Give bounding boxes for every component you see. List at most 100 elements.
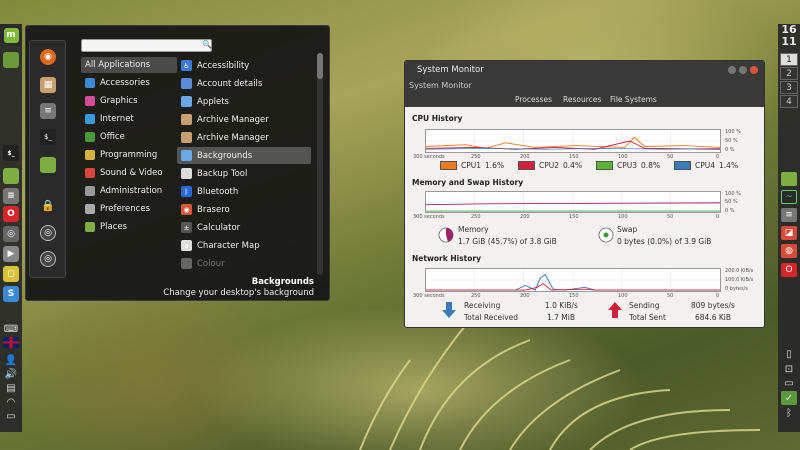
app-item-colour[interactable]: Colour bbox=[177, 255, 311, 272]
cpu-y-tick: 100 % bbox=[725, 129, 741, 135]
lock-icon[interactable]: 🔒 bbox=[40, 197, 56, 213]
archive-icon[interactable]: ▦ bbox=[40, 77, 56, 93]
workspace-4[interactable]: 4 bbox=[780, 95, 798, 108]
x-tick: 0 bbox=[716, 293, 720, 299]
total-sent-label: Total Sent bbox=[629, 313, 666, 322]
category-programming[interactable]: Programming bbox=[81, 147, 177, 163]
network-graph bbox=[425, 268, 721, 292]
window-menubar: System Monitor Processes Resources File … bbox=[405, 79, 764, 107]
tab-processes[interactable]: Processes bbox=[515, 95, 552, 104]
send-arrow-icon bbox=[608, 302, 622, 318]
workspace-2[interactable]: 2 bbox=[780, 67, 798, 80]
app-item-character-map[interactable]: a Character Map bbox=[177, 237, 311, 254]
app-item-backup-tool[interactable]: Backup Tool bbox=[177, 165, 311, 182]
category-all-applications[interactable]: All Applications bbox=[81, 57, 177, 73]
system-monitor-icon[interactable]: ~ bbox=[781, 190, 797, 204]
x-tick: 150 bbox=[569, 214, 579, 220]
tab-file-systems[interactable]: File Systems bbox=[610, 95, 657, 104]
folder-icon[interactable] bbox=[40, 157, 56, 173]
x-tick: 300 seconds bbox=[413, 293, 445, 299]
category-internet[interactable]: Internet bbox=[81, 111, 177, 127]
settings-icon[interactable]: ≡ bbox=[40, 103, 56, 119]
app-label: Archive Manager bbox=[197, 132, 269, 143]
app-item-backgrounds[interactable]: Backgrounds bbox=[177, 147, 311, 164]
category-places[interactable]: Places bbox=[81, 219, 177, 235]
shield-icon[interactable]: ✓ bbox=[781, 391, 797, 405]
category-icon bbox=[85, 132, 95, 142]
menu-system-monitor[interactable]: System Monitor bbox=[409, 81, 472, 90]
removable-drive-icon[interactable]: ⊡ bbox=[781, 362, 797, 376]
cpu-color-swatch[interactable] bbox=[596, 161, 613, 170]
x-tick: 250 bbox=[471, 293, 481, 299]
category-administration[interactable]: Administration bbox=[81, 183, 177, 199]
opera-icon[interactable]: O bbox=[3, 206, 19, 222]
clock[interactable]: 16 11 bbox=[778, 24, 800, 48]
cpu-history-title: CPU History bbox=[412, 114, 463, 123]
mint-logo-icon: m bbox=[3, 27, 19, 43]
category-sound-video[interactable]: Sound & Video bbox=[81, 165, 177, 181]
shutdown-icon[interactable]: ◎ bbox=[40, 251, 56, 267]
logout-icon[interactable]: ◎ bbox=[40, 225, 56, 241]
media-icon[interactable]: ▶ bbox=[3, 246, 19, 262]
x-tick: 200 bbox=[520, 214, 530, 220]
cpu-color-swatch[interactable] bbox=[440, 161, 457, 170]
firefox-icon[interactable]: ◉ bbox=[40, 49, 56, 65]
files-icon[interactable] bbox=[3, 168, 19, 184]
tool-icon[interactable]: ◎ bbox=[3, 226, 19, 242]
category-icon bbox=[85, 222, 95, 232]
notes-icon[interactable]: ◻ bbox=[3, 266, 19, 282]
category-label: Places bbox=[100, 222, 128, 232]
trash-icon[interactable]: ▯ bbox=[781, 347, 797, 361]
net-y-tick: 0 bytes/s bbox=[725, 286, 748, 292]
store-icon[interactable]: S bbox=[3, 286, 19, 302]
bluetooth-icon[interactable]: ᛒ bbox=[781, 406, 797, 420]
terminal-icon[interactable]: $_ bbox=[40, 129, 56, 145]
menu-scroll-thumb[interactable] bbox=[317, 53, 323, 79]
app-icon bbox=[181, 150, 192, 161]
keyboard-icon[interactable]: ⌨ bbox=[3, 321, 19, 337]
app-item-calculator[interactable]: ± Calculator bbox=[177, 219, 311, 236]
workspace-1[interactable]: 1 bbox=[780, 53, 798, 66]
category-office[interactable]: Office bbox=[81, 129, 177, 145]
photos-icon[interactable]: ◪ bbox=[781, 226, 797, 240]
tab-resources[interactable]: Resources bbox=[563, 95, 601, 104]
x-tick: 100 bbox=[618, 154, 628, 160]
app-label: Brasero bbox=[197, 204, 230, 215]
app-item-bluetooth[interactable]: ᛒ Bluetooth bbox=[177, 183, 311, 200]
app-item-accessibility[interactable]: ♿ Accessibility bbox=[177, 57, 311, 74]
ubuntu-software-icon[interactable]: ◍ bbox=[781, 244, 797, 258]
display-icon[interactable]: ▭ bbox=[781, 376, 797, 390]
app-item-account-details[interactable]: Account details bbox=[177, 75, 311, 92]
app-item-archive-manager[interactable]: Archive Manager bbox=[177, 129, 311, 146]
memory-value: 1.7 GiB (45.7%) of 3.8 GiB bbox=[458, 237, 557, 246]
minimize-button[interactable] bbox=[728, 66, 736, 74]
folder-icon[interactable] bbox=[3, 52, 19, 68]
category-accessories[interactable]: Accessories bbox=[81, 75, 177, 91]
uk-flag-icon[interactable] bbox=[3, 337, 19, 348]
app-item-archive-manager[interactable]: Archive Manager bbox=[177, 111, 311, 128]
category-icon bbox=[85, 78, 95, 88]
close-button[interactable] bbox=[750, 66, 758, 74]
display-icon[interactable]: ▭ bbox=[3, 408, 19, 424]
cpu-color-swatch[interactable] bbox=[674, 161, 691, 170]
opera-icon[interactable]: O bbox=[781, 263, 797, 277]
category-graphics[interactable]: Graphics bbox=[81, 93, 177, 109]
app-item-applets[interactable]: Applets bbox=[177, 93, 311, 110]
category-label: All Applications bbox=[85, 60, 151, 70]
cpu-value: 1.6% bbox=[485, 161, 505, 170]
terminal-icon[interactable]: $_ bbox=[3, 145, 19, 161]
total-sent-value: 684.6 KiB bbox=[695, 313, 732, 322]
category-preferences[interactable]: Preferences bbox=[81, 201, 177, 217]
settings-icon[interactable]: ≡ bbox=[3, 188, 19, 204]
menu-button[interactable]: m bbox=[0, 24, 22, 46]
folder-icon[interactable] bbox=[781, 172, 797, 186]
cpu-color-swatch[interactable] bbox=[518, 161, 535, 170]
workspace-3[interactable]: 3 bbox=[780, 81, 798, 94]
app-icon bbox=[181, 258, 192, 269]
menu-scrollbar[interactable] bbox=[317, 53, 323, 275]
maximize-button[interactable] bbox=[739, 66, 747, 74]
category-icon bbox=[85, 114, 95, 124]
settings-icon[interactable]: ≡ bbox=[781, 208, 797, 222]
app-item-brasero[interactable]: ◉ Brasero bbox=[177, 201, 311, 218]
search-input[interactable] bbox=[81, 39, 212, 52]
